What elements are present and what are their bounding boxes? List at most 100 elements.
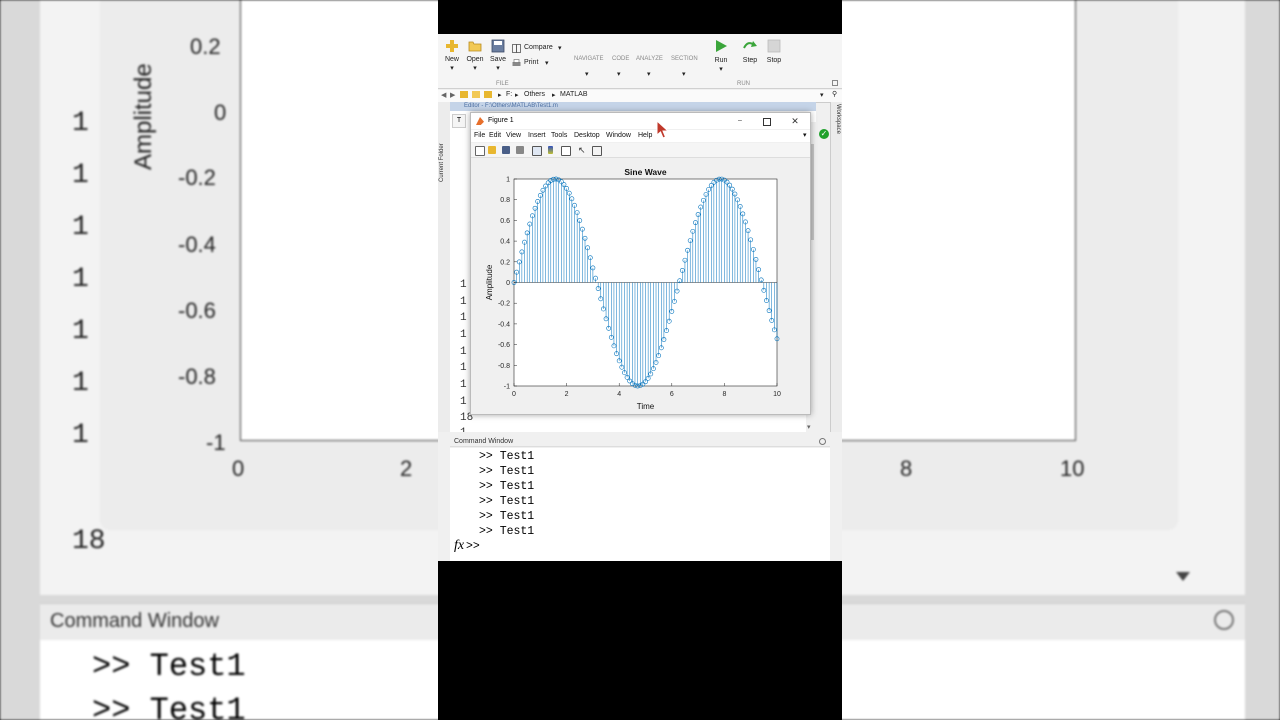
address-dropdown-icon[interactable]: ▾ (820, 91, 824, 99)
command-window[interactable]: >> Test1 >> Test1 >> Test1 >> Test1 >> T… (450, 448, 830, 561)
save-button[interactable]: Save ▾ (488, 38, 508, 74)
section-label: SECTION (671, 56, 698, 62)
maximize-button[interactable] (763, 118, 771, 126)
forward-arrow-icon[interactable]: ▶ (450, 91, 455, 99)
bg-line-num-2: 1 (72, 212, 89, 243)
matlab-logo-icon (476, 117, 484, 125)
bg-cmd-title: Command Window (50, 610, 219, 632)
y-tick-label: 0.2 (500, 259, 510, 266)
minimize-button[interactable]: – (735, 113, 745, 129)
run-group-label: RUN (737, 81, 750, 87)
run-button[interactable]: Run ▾ (710, 38, 732, 76)
new-label: New (444, 56, 459, 63)
property-inspector-icon[interactable] (592, 146, 602, 156)
new-button[interactable]: New ▾ (442, 38, 462, 74)
insert-legend-icon[interactable] (561, 146, 571, 156)
open-button[interactable]: Open ▾ (465, 38, 485, 74)
collapse-ribbon-icon[interactable] (832, 80, 838, 86)
stop-icon (767, 39, 781, 53)
browse-folder-icon[interactable] (472, 91, 480, 98)
breadcrumb-others[interactable]: Others (524, 91, 545, 98)
y-tick-label: 0 (506, 280, 510, 287)
search-icon[interactable]: ⚲ (832, 90, 837, 98)
y-tick-label: 0.8 (500, 197, 510, 204)
editor-tab[interactable]: T (452, 114, 466, 128)
y-tick-label: -0.8 (498, 363, 510, 370)
navigate-button[interactable]: NAVIGATE ▾ (572, 56, 606, 82)
command-line: >> Test1 (479, 495, 535, 508)
y-tick-label: 0.6 (500, 218, 510, 225)
menu-desktop[interactable]: Desktop (574, 130, 600, 142)
code-ok-icon: ✓ (819, 129, 829, 139)
link-plot-icon[interactable] (532, 146, 542, 156)
figure-title-bar: Figure 1 – ✕ (471, 113, 810, 129)
command-line: >> Test1 (479, 465, 535, 478)
command-line: >> Test1 (479, 525, 535, 538)
stop-label: Stop (766, 57, 782, 64)
insert-colorbar-icon[interactable] (548, 146, 553, 154)
compare-button[interactable]: Compare ▾ (512, 43, 566, 54)
step-button[interactable]: Step (739, 38, 761, 68)
menu-overflow-icon[interactable]: ▾ (803, 130, 807, 142)
workspace-collapsed-panel[interactable]: Workspace (830, 102, 842, 432)
bg-line-num-7: 18 (72, 526, 106, 557)
menu-help[interactable]: Help (638, 130, 652, 142)
open-file-icon[interactable] (488, 146, 496, 154)
command-window-header: Command Window (450, 436, 830, 447)
menu-view[interactable]: View (506, 130, 521, 142)
breadcrumb-drive[interactable]: F: (506, 91, 512, 98)
bg-ytick-1: 0 (214, 100, 227, 125)
file-group-label: FILE (496, 81, 509, 87)
edit-plot-arrow-icon[interactable]: ↖ (578, 146, 586, 155)
line-number: 1 (460, 362, 467, 374)
menu-window[interactable]: Window (606, 130, 631, 142)
analyze-button[interactable]: ANALYZE ▾ (635, 56, 667, 82)
figure-title: Figure 1 (488, 117, 514, 124)
sine-wave-stem-chart[interactable]: 0 2 4 6 8 10 -1 -0.8 -0.6 -0.4 -0.2 0 0.2 0.4 0.6 0.8 1 S… (471, 158, 810, 414)
editor-scroll-down-icon[interactable]: ▾ (807, 423, 811, 431)
figure-canvas[interactable]: 0 2 4 6 8 10 -1 -0.8 -0.6 -0.4 -0.2 0 0.2 0.4 0.6 0.8 1 S… (471, 158, 810, 414)
function-browser-icon[interactable]: fx (454, 538, 464, 554)
bg-xtick-3: 10 (1060, 456, 1085, 481)
y-axis-label: Amplitude (485, 264, 494, 300)
save-icon (491, 39, 505, 53)
save-figure-icon[interactable] (502, 146, 510, 154)
line-number: 1 (460, 427, 467, 432)
section-button[interactable]: SECTION ▾ (670, 56, 702, 82)
chart-title: Sine Wave (624, 167, 666, 177)
workspace-label: Workspace (835, 104, 841, 134)
menu-tools[interactable]: Tools (551, 130, 567, 142)
up-folder-icon[interactable] (460, 91, 468, 98)
close-button[interactable]: ✕ (790, 113, 800, 129)
line-number: 1 (460, 296, 467, 308)
line-number: 1 (460, 396, 467, 408)
x-tick-label: 0 (512, 391, 516, 398)
command-prompt-input[interactable]: >> (466, 540, 480, 553)
x-axis-label: Time (637, 402, 655, 411)
x-tick-label: 6 (670, 391, 674, 398)
bg-xtick-2: 8 (900, 456, 913, 481)
line-number: 1 (460, 279, 467, 291)
menu-insert[interactable]: Insert (528, 130, 546, 142)
menu-edit[interactable]: Edit (489, 130, 501, 142)
new-figure-icon[interactable] (475, 146, 485, 156)
stop-button[interactable]: Stop (763, 38, 785, 68)
command-window-options-icon[interactable] (819, 438, 826, 445)
print-button[interactable]: Print ▾ (512, 58, 552, 69)
code-button[interactable]: CODE ▾ (610, 56, 632, 82)
current-folder-label: Current Folder (439, 143, 445, 182)
background-left: Amplitude 0.2 0 -0.2 -0.4 -0.6 -0.8 -1 0… (0, 0, 438, 720)
x-tick-label: 4 (617, 391, 621, 398)
breadcrumb-matlab[interactable]: MATLAB (560, 91, 588, 98)
print-label: Print (524, 59, 539, 66)
x-tick-label: 10 (773, 391, 781, 398)
run-label: Run (714, 57, 728, 64)
back-arrow-icon[interactable]: ◀ (441, 91, 446, 99)
analyze-label: ANALYZE (636, 56, 663, 62)
editor-title: Editor - F:\Others\MATLAB\Test1.m (464, 103, 558, 109)
figure-window: Figure 1 – ✕ File Edit View Insert Tools Desk… (470, 112, 811, 415)
menu-file[interactable]: File (474, 130, 485, 142)
y-tick-label: -0.6 (498, 342, 510, 349)
print-figure-icon[interactable] (516, 146, 524, 154)
command-line: >> Test1 (479, 450, 535, 463)
